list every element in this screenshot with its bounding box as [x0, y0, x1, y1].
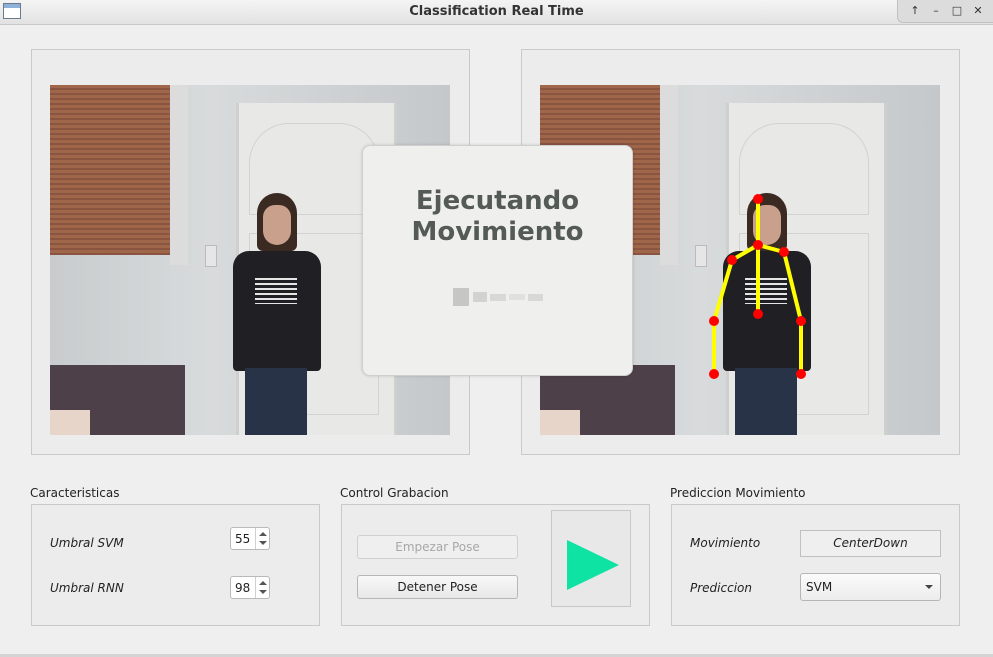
status-line-2: Movimiento — [411, 217, 584, 247]
skeleton-right-upper-arm — [782, 251, 803, 322]
start-pose-button[interactable]: Empezar Pose — [357, 535, 518, 559]
joint-right-elbow — [796, 316, 806, 326]
minimize-icon[interactable]: – — [927, 3, 945, 19]
status-line-1: Ejecutando — [415, 186, 580, 216]
person — [225, 193, 325, 435]
joint-neck — [753, 240, 763, 250]
prediccion-group — [671, 504, 960, 626]
caracteristicas-title: Caracteristicas — [30, 486, 120, 500]
status-message: Ejecutando Movimiento — [363, 186, 632, 248]
spin-down-icon[interactable] — [259, 590, 267, 594]
maximize-icon[interactable]: □ — [948, 3, 966, 19]
joint-left-wrist — [709, 369, 719, 379]
prediccion-title: Prediccion Movimiento — [670, 486, 806, 500]
joint-left-shoulder — [727, 255, 737, 265]
caracteristicas-group: Umbral SVM 55 Umbral RNN 98 — [31, 504, 320, 626]
chevron-down-icon — [925, 585, 933, 589]
rnn-threshold-label: Umbral RNN — [50, 581, 124, 595]
rnn-threshold-value: 98 — [235, 581, 251, 595]
prediccion-select[interactable]: SVM — [800, 573, 941, 601]
spin-up-icon[interactable] — [259, 581, 267, 585]
prediccion-label: Prediccion — [690, 581, 752, 595]
svm-threshold-label: Umbral SVM — [50, 536, 124, 550]
keep-above-icon[interactable]: ↑ — [906, 3, 924, 19]
movimiento-value: CenterDown — [800, 530, 941, 557]
window-blind — [50, 85, 172, 255]
prediccion-selected-value: SVM — [806, 580, 833, 594]
control-title: Control Grabacion — [340, 486, 449, 500]
movimiento-label: Movimiento — [690, 536, 761, 550]
skeleton-left-upper-arm — [712, 259, 734, 322]
joint-right-wrist — [796, 369, 806, 379]
joint-hip — [753, 309, 763, 319]
spin-up-icon[interactable] — [259, 532, 267, 536]
svm-threshold-value: 55 — [235, 532, 251, 546]
window-controls: ↑ – □ ✕ — [897, 0, 993, 23]
close-icon[interactable]: ✕ — [969, 3, 987, 19]
play-icon — [567, 540, 619, 590]
stop-pose-button[interactable]: Detener Pose — [357, 575, 518, 599]
joint-left-elbow — [709, 316, 719, 326]
status-overlay: Ejecutando Movimiento — [362, 145, 633, 376]
title-bar: Classification Real Time ↑ – □ ✕ — [0, 0, 993, 25]
window-title: Classification Real Time — [409, 4, 584, 19]
play-button[interactable] — [551, 510, 631, 607]
svm-threshold-spinbox[interactable]: 55 — [230, 527, 270, 550]
spin-down-icon[interactable] — [259, 541, 267, 545]
rnn-threshold-spinbox[interactable]: 98 — [230, 576, 270, 599]
joint-head — [753, 194, 763, 204]
joint-right-shoulder — [779, 247, 789, 257]
